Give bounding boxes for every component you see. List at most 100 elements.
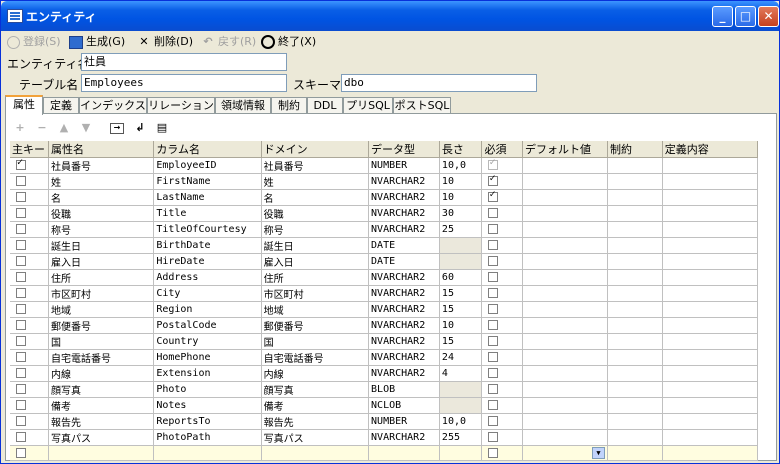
- required-checkbox[interactable]: [488, 336, 499, 346]
- pk-checkbox[interactable]: [16, 416, 26, 426]
- length-cell[interactable]: 15: [439, 333, 483, 350]
- required-cell[interactable]: [481, 349, 523, 366]
- required-cell[interactable]: [481, 221, 523, 238]
- domain-cell[interactable]: 称号: [261, 221, 370, 238]
- default-cell[interactable]: [522, 237, 609, 254]
- constraint-cell[interactable]: [607, 413, 663, 430]
- header-attribute-name[interactable]: 属性名: [48, 141, 155, 158]
- pk-cell[interactable]: [10, 221, 49, 238]
- default-cell[interactable]: [522, 221, 609, 238]
- pk-cell[interactable]: [10, 157, 49, 174]
- domain-cell[interactable]: 地域: [261, 301, 370, 318]
- new-row-cell[interactable]: [48, 445, 155, 461]
- pk-cell[interactable]: [10, 333, 49, 350]
- definition-cell[interactable]: [662, 317, 759, 334]
- pk-cell[interactable]: [10, 285, 49, 302]
- required-checkbox[interactable]: [488, 224, 499, 234]
- pk-cell[interactable]: [10, 205, 49, 222]
- tab-ddl[interactable]: DDL: [307, 97, 343, 114]
- length-cell[interactable]: 10: [439, 173, 483, 190]
- pk-checkbox[interactable]: [16, 352, 26, 362]
- column-name-cell[interactable]: Extension: [153, 365, 262, 382]
- data-type-cell[interactable]: NVARCHAR2: [368, 221, 440, 238]
- required-checkbox[interactable]: [488, 304, 499, 314]
- pk-cell[interactable]: [10, 173, 49, 190]
- default-cell[interactable]: [522, 429, 609, 446]
- column-name-cell[interactable]: EmployeeID: [153, 157, 262, 174]
- constraint-cell[interactable]: [607, 157, 663, 174]
- required-cell[interactable]: [481, 397, 523, 414]
- pk-checkbox[interactable]: [16, 304, 26, 314]
- tab-post-sql[interactable]: ポストSQL: [393, 97, 451, 114]
- finish-button[interactable]: 終了(X): [261, 34, 316, 50]
- constraint-cell[interactable]: [607, 237, 663, 254]
- required-checkbox[interactable]: [488, 352, 499, 362]
- header-column-name[interactable]: カラム名: [153, 141, 262, 158]
- constraint-cell[interactable]: [607, 173, 663, 190]
- remove-row-icon[interactable]: −: [34, 120, 50, 136]
- default-cell[interactable]: [522, 269, 609, 286]
- domain-cell[interactable]: 顔写真: [261, 381, 370, 398]
- table-row[interactable]: 称号 TitleOfCourtesy 称号 NVARCHAR2 25: [10, 221, 759, 238]
- default-cell[interactable]: [522, 189, 609, 206]
- length-cell[interactable]: 15: [439, 285, 483, 302]
- table-row[interactable]: 郵便番号 PostalCode 郵便番号 NVARCHAR2 10: [10, 317, 759, 334]
- required-cell[interactable]: [481, 413, 523, 430]
- tab-pre-sql[interactable]: プリSQL: [343, 97, 393, 114]
- tab-constraint[interactable]: 制約: [271, 97, 307, 114]
- column-name-cell[interactable]: HomePhone: [153, 349, 262, 366]
- length-cell[interactable]: 15: [439, 301, 483, 318]
- default-dropdown[interactable]: ▼: [592, 447, 606, 459]
- table-row[interactable]: 住所 Address 住所 NVARCHAR2 60: [10, 269, 759, 286]
- table-row[interactable]: 姓 FirstName 姓 NVARCHAR2 10: [10, 173, 759, 190]
- pk-cell[interactable]: [10, 413, 49, 430]
- new-row-cell[interactable]: [10, 445, 49, 461]
- entity-name-field[interactable]: 社員: [81, 53, 287, 71]
- required-checkbox[interactable]: [488, 174, 499, 186]
- pk-checkbox[interactable]: [16, 240, 26, 250]
- move-down-icon[interactable]: ▼: [78, 120, 94, 136]
- new-row-cell[interactable]: [607, 445, 663, 461]
- required-cell[interactable]: [481, 429, 523, 446]
- length-cell[interactable]: [439, 381, 483, 398]
- default-cell[interactable]: [522, 285, 609, 302]
- tab-relation[interactable]: リレーション: [147, 97, 215, 114]
- pk-cell[interactable]: [10, 253, 49, 270]
- constraint-cell[interactable]: [607, 429, 663, 446]
- constraint-cell[interactable]: [607, 253, 663, 270]
- default-cell[interactable]: [522, 317, 609, 334]
- domain-cell[interactable]: 写真パス: [261, 429, 370, 446]
- constraint-cell[interactable]: [607, 189, 663, 206]
- required-cell[interactable]: [481, 189, 523, 206]
- pk-checkbox[interactable]: [16, 208, 26, 218]
- constraint-cell[interactable]: [607, 301, 663, 318]
- pk-cell[interactable]: [10, 189, 49, 206]
- constraint-cell[interactable]: [607, 397, 663, 414]
- domain-cell[interactable]: 内線: [261, 365, 370, 382]
- definition-cell[interactable]: [662, 237, 759, 254]
- constraint-cell[interactable]: [607, 349, 663, 366]
- data-type-cell[interactable]: BLOB: [368, 381, 440, 398]
- definition-cell[interactable]: [662, 269, 759, 286]
- data-type-cell[interactable]: DATE: [368, 253, 440, 270]
- definition-cell[interactable]: [662, 429, 759, 446]
- data-type-cell[interactable]: NVARCHAR2: [368, 189, 440, 206]
- new-row-checkbox[interactable]: [488, 447, 499, 458]
- attribute-name-cell[interactable]: 姓: [48, 173, 155, 190]
- required-cell[interactable]: [481, 173, 523, 190]
- length-cell[interactable]: 25: [439, 221, 483, 238]
- definition-cell[interactable]: [662, 301, 759, 318]
- tab-definition[interactable]: 定義: [43, 97, 79, 114]
- column-name-cell[interactable]: PhotoPath: [153, 429, 262, 446]
- pk-cell[interactable]: [10, 365, 49, 382]
- pk-checkbox[interactable]: [16, 400, 26, 410]
- attribute-name-cell[interactable]: 内線: [48, 365, 155, 382]
- definition-cell[interactable]: [662, 397, 759, 414]
- pk-cell[interactable]: [10, 269, 49, 286]
- column-name-cell[interactable]: City: [153, 285, 262, 302]
- definition-cell[interactable]: [662, 365, 759, 382]
- length-cell[interactable]: 30: [439, 205, 483, 222]
- required-checkbox[interactable]: [488, 400, 499, 410]
- attribute-name-cell[interactable]: 国: [48, 333, 155, 350]
- length-cell[interactable]: 10: [439, 317, 483, 334]
